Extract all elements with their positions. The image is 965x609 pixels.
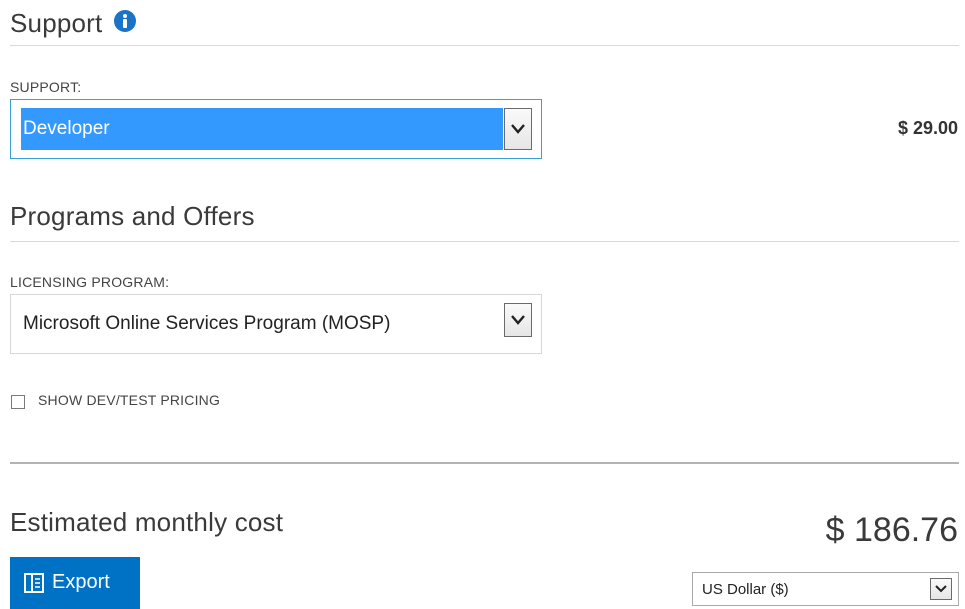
support-price: $ 29.00 [897, 118, 958, 138]
support-title-text: Support [10, 8, 103, 38]
chevron-down-icon[interactable] [504, 303, 532, 337]
summary-divider [10, 462, 959, 464]
export-icon [24, 573, 44, 599]
currency-select[interactable]: US Dollar ($) [692, 572, 959, 606]
licensing-selected-value: Microsoft Online Services Program (MOSP) [23, 313, 391, 334]
export-button[interactable]: Export [10, 557, 140, 609]
support-selected-value: Developer [21, 108, 503, 150]
estimated-cost-title: Estimated monthly cost [10, 507, 284, 537]
support-field-label: SUPPORT: [10, 79, 82, 95]
dev-test-pricing-checkbox[interactable] [11, 395, 25, 409]
licensing-program-select[interactable]: Microsoft Online Services Program (MOSP) [10, 294, 542, 354]
programs-section-title: Programs and Offers [10, 201, 255, 231]
dev-test-pricing-label: SHOW DEV/TEST PRICING [38, 392, 221, 408]
currency-selected-value: US Dollar ($) [702, 581, 789, 598]
estimated-total: $ 186.76 [825, 511, 958, 549]
chevron-down-icon[interactable] [504, 108, 532, 150]
support-section-rule [10, 45, 959, 46]
export-button-label: Export [52, 571, 110, 593]
support-section-title: Support [10, 8, 136, 41]
chevron-down-icon[interactable] [930, 578, 952, 600]
programs-section-rule [10, 241, 959, 242]
info-icon[interactable] [113, 8, 136, 39]
support-select[interactable]: Developer [10, 99, 542, 159]
licensing-field-label: LICENSING PROGRAM: [10, 274, 170, 290]
